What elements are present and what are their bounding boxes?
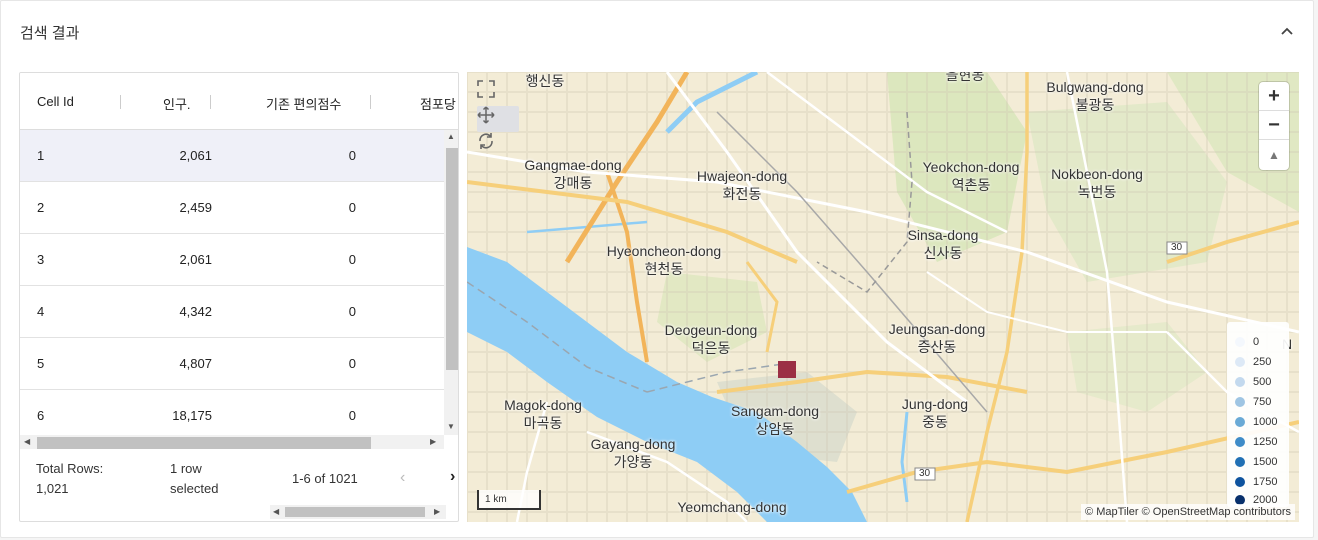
rotate-icon[interactable] — [477, 132, 519, 158]
map-place-label: Sinsa-dong 신사동 — [907, 227, 979, 261]
map-place-label: Nokbeon-dong 녹번동 — [1051, 166, 1143, 200]
table-row[interactable]: 3 2,061 0 — [20, 234, 444, 286]
cell-id: 6 — [37, 408, 45, 423]
legend-item: 250 — [1235, 355, 1271, 369]
map-place-label: Hwajeon-dong 화전동 — [696, 168, 788, 202]
zoom-out-button[interactable]: − — [1259, 111, 1289, 140]
scroll-left-icon[interactable]: ◀ — [24, 437, 30, 446]
map-legend: 0 250 500 750 1000 1250 1500 1750 2000 — [1227, 322, 1289, 507]
cell-store-count: 0 — [348, 200, 356, 215]
legend-item: 500 — [1235, 375, 1271, 389]
cell-id: 2 — [37, 200, 45, 215]
column-header-per-store[interactable]: 점포당 — [420, 94, 456, 113]
cell-id: 3 — [37, 252, 45, 267]
cell-store-count: 0 — [348, 148, 356, 163]
table-row[interactable]: 6 18,175 0 — [20, 390, 444, 435]
map-place-label: Gangmae-dong 강매동 — [524, 157, 622, 191]
vertical-scrollbar[interactable]: ▲ ▼ — [444, 130, 458, 435]
legend-item: 1500 — [1235, 455, 1277, 469]
legend-item: 1250 — [1235, 435, 1277, 449]
road-shield-label: 30 — [919, 468, 931, 479]
pagination-range: 1-6 of 1021 — [292, 471, 358, 486]
road-shield-label: 30 — [1171, 242, 1183, 253]
scrollbar-thumb[interactable] — [37, 437, 371, 449]
cell-population: 18,175 — [172, 408, 212, 423]
zoom-controls: + − ▲ — [1259, 82, 1289, 170]
table-row[interactable]: 4 4,342 0 — [20, 286, 444, 338]
cell-id: 4 — [37, 304, 45, 319]
scroll-right-icon[interactable]: ▶ — [430, 437, 436, 446]
search-results-panel: 검색 결과 Cell Id 인구. 기존 편의점수 점포당 1 2,061 0 … — [0, 0, 1314, 538]
map-place-label: Gayang-dong 가양동 — [590, 436, 676, 470]
panel-title: 검색 결과 — [20, 25, 80, 42]
scroll-right-icon[interactable]: ▶ — [434, 507, 440, 516]
map-place-label: 행신동 — [525, 73, 565, 89]
cell-population: 2,061 — [179, 148, 212, 163]
selected-count-line2: selected — [170, 481, 219, 496]
column-header-store-count[interactable]: 기존 편의점수 — [266, 94, 341, 113]
scroll-down-icon[interactable]: ▼ — [447, 422, 455, 431]
column-resize-handle[interactable] — [370, 95, 371, 109]
column-resize-handle[interactable] — [120, 95, 121, 109]
map-place-label: 을현동 — [945, 72, 985, 83]
total-rows-value: 1,021 — [36, 481, 69, 496]
legend-item: 1000 — [1235, 415, 1277, 429]
results-grid: Cell Id 인구. 기존 편의점수 점포당 1 2,061 0 2 2,45… — [19, 72, 459, 522]
map-place-label: Hyeoncheon-dong 현천동 — [606, 243, 722, 277]
cell-population: 4,342 — [179, 304, 212, 319]
map-place-label: Jung-dong 중동 — [901, 396, 969, 430]
map-place-label: Yeomchang-dong — [677, 499, 787, 515]
grid-footer: Total Rows: 1,021 1 row selected 1-6 of … — [20, 451, 458, 521]
cell-population: 4,807 — [179, 356, 212, 371]
map-place-label: Deogeun-dong 덕은동 — [664, 322, 758, 356]
scroll-left-icon[interactable]: ◀ — [273, 507, 279, 516]
map-scale-bar: 1 km — [477, 490, 541, 510]
cell-store-count: 0 — [348, 408, 356, 423]
map-place-label: Bulgwang-dong 불광동 — [1046, 79, 1144, 113]
table-row[interactable]: 5 4,807 0 — [20, 338, 444, 390]
grid-body: 1 2,061 0 2 2,459 0 3 2,061 0 4 4,342 0 … — [20, 130, 444, 435]
table-row[interactable]: 2 2,459 0 — [20, 182, 444, 234]
compass-icon[interactable]: ▲ — [1259, 140, 1289, 169]
legend-item: 0 — [1235, 335, 1259, 349]
column-header-cell-id[interactable]: Cell Id — [37, 94, 74, 109]
legend-item: 1750 — [1235, 475, 1277, 489]
footer-horizontal-scrollbar[interactable]: ◀ ▶ — [270, 505, 446, 519]
fullscreen-icon[interactable] — [477, 80, 519, 106]
cell-population: 2,459 — [179, 200, 212, 215]
scrollbar-thumb[interactable] — [285, 507, 425, 517]
horizontal-scrollbar[interactable]: ◀ ▶ — [20, 435, 444, 449]
map-place-label: Jeungsan-dong 증산동 — [888, 321, 986, 355]
cell-store-count: 0 — [348, 356, 356, 371]
total-rows-label: Total Rows: — [36, 461, 104, 476]
map-place-label: Yeokchon-dong 역촌동 — [922, 159, 1020, 193]
scrollbar-thumb[interactable] — [446, 148, 458, 370]
cell-id: 1 — [37, 148, 45, 163]
grid-header: Cell Id 인구. 기존 편의점수 점포당 — [20, 73, 458, 130]
map-place-label: Magok-dong 마곡동 — [504, 397, 582, 431]
table-row[interactable]: 1 2,061 0 — [20, 130, 444, 182]
scroll-up-icon[interactable]: ▲ — [447, 132, 455, 141]
zoom-in-button[interactable]: + — [1259, 82, 1289, 111]
cell-store-count: 0 — [348, 304, 356, 319]
cell-store-count: 0 — [348, 252, 356, 267]
chevron-up-icon[interactable] — [1279, 23, 1295, 39]
map-place-label: Sangam-dong 상암동 — [731, 403, 819, 437]
pan-icon[interactable] — [477, 106, 519, 132]
cell-id: 5 — [37, 356, 45, 371]
column-header-population[interactable]: 인구. — [163, 94, 191, 113]
column-resize-handle[interactable] — [210, 95, 211, 109]
cell-population: 2,061 — [179, 252, 212, 267]
legend-item: 750 — [1235, 395, 1271, 409]
map-tool-group — [477, 80, 519, 158]
map-attribution: © MapTiler © OpenStreetMap contributors — [1081, 504, 1295, 520]
chevron-right-icon[interactable]: › — [450, 468, 455, 486]
map-view[interactable]: 30 30 행신동 을현동 Bulgwang-dong 불광동 Gangmae-d… — [467, 72, 1299, 522]
chevron-left-icon[interactable]: ‹ — [400, 469, 405, 487]
selected-count-line1: 1 row — [170, 461, 202, 476]
